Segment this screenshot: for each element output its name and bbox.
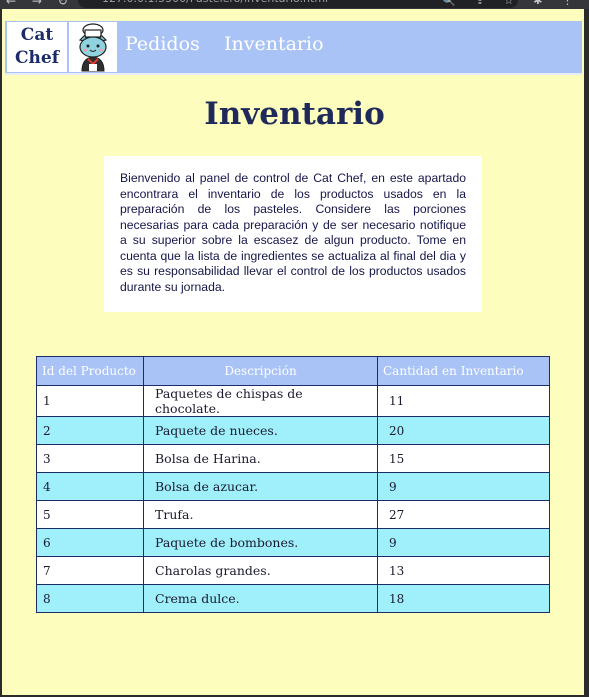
cell-quantity: 20 xyxy=(377,416,550,445)
cell-description: Paquete de bombones. xyxy=(143,528,378,557)
cell-description: Bolsa de azucar. xyxy=(143,472,378,501)
cell-id: 2 xyxy=(36,416,144,445)
header-description: Descripción xyxy=(143,356,378,386)
cell-id: 4 xyxy=(36,472,144,501)
cell-id: 3 xyxy=(36,444,144,473)
brand-logo-text[interactable]: Cat Chef xyxy=(7,22,67,72)
header-id: Id del Producto xyxy=(36,356,144,386)
cell-id: 6 xyxy=(36,528,144,557)
site-header: Cat Chef Pedidos Inventario xyxy=(5,21,582,75)
table-row: 3 Bolsa de Harina. 15 xyxy=(36,444,550,473)
table-row: 4 Bolsa de azucar. 9 xyxy=(36,472,550,501)
cell-description: Paquete de nueces. xyxy=(143,416,378,445)
cell-description: Paquetes de chispas de chocolate. xyxy=(143,385,378,417)
cell-quantity: 9 xyxy=(377,528,550,557)
table-row: 5 Trufa. 27 xyxy=(36,500,550,529)
browser-toolbar: ← → ↻ 127.0.0.1:5500/Pastelero/inventari… xyxy=(0,0,589,9)
table-row: 2 Paquete de nueces. 20 xyxy=(36,416,550,445)
inventory-table: Id del Producto Descripción Cantidad en … xyxy=(36,356,550,613)
table-row: 1 Paquetes de chispas de chocolate. 11 xyxy=(36,385,550,417)
cell-quantity: 9 xyxy=(377,472,550,501)
cell-description: Bolsa de Harina. xyxy=(143,444,378,473)
table-header-row: Id del Producto Descripción Cantidad en … xyxy=(36,356,550,386)
browser-nav-icons[interactable]: ← → ↻ xyxy=(6,0,74,8)
cell-quantity: 18 xyxy=(377,584,550,613)
intro-text: Bienvenido al panel de control de Cat Ch… xyxy=(104,156,482,312)
cell-id: 1 xyxy=(36,385,144,417)
page-title: Inventario xyxy=(204,96,385,132)
brand-line-2: Chef xyxy=(14,48,60,68)
cell-quantity: 13 xyxy=(377,556,550,585)
cell-quantity: 15 xyxy=(377,444,550,473)
cell-description: Charolas grandes. xyxy=(143,556,378,585)
cell-description: Crema dulce. xyxy=(143,584,378,613)
cat-chef-icon[interactable] xyxy=(69,22,117,72)
nav-link-inventario[interactable]: Inventario xyxy=(224,33,324,55)
table-row: 7 Charolas grandes. 13 xyxy=(36,556,550,585)
cell-quantity: 27 xyxy=(377,500,550,529)
table-row: 6 Paquete de bombones. 9 xyxy=(36,528,550,557)
browser-tool-icons[interactable]: 🔍 ⇪ ☆ ✱ ⋮ xyxy=(442,0,581,7)
header-quantity: Cantidad en Inventario xyxy=(377,356,550,386)
table-row: 8 Crema dulce. 18 xyxy=(36,584,550,613)
nav-link-pedidos[interactable]: Pedidos xyxy=(125,33,200,55)
cell-id: 8 xyxy=(36,584,144,613)
brand-line-1: Cat xyxy=(20,25,54,45)
cell-id: 5 xyxy=(36,500,144,529)
cell-quantity: 11 xyxy=(377,385,550,417)
cell-id: 7 xyxy=(36,556,144,585)
cell-description: Trufa. xyxy=(143,500,378,529)
